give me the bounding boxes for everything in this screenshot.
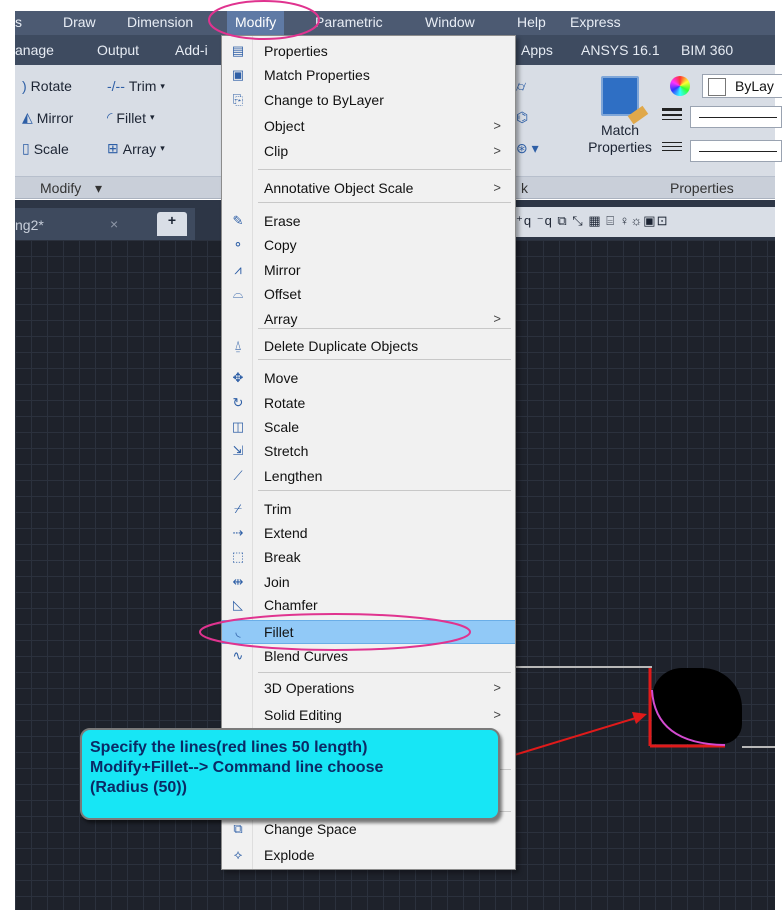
callout-line-2: Modify+Fillet--> Command line choose	[90, 759, 384, 776]
callout-line-1: Specify the lines(red lines 50 length)	[90, 739, 368, 756]
fillet-highlight-ellipse	[199, 613, 471, 651]
modify-menu-highlight-ellipse	[208, 0, 320, 40]
instruction-callout: Specify the lines(red lines 50 length) M…	[80, 728, 500, 820]
callout-line-3: (Radius (50))	[90, 779, 187, 796]
